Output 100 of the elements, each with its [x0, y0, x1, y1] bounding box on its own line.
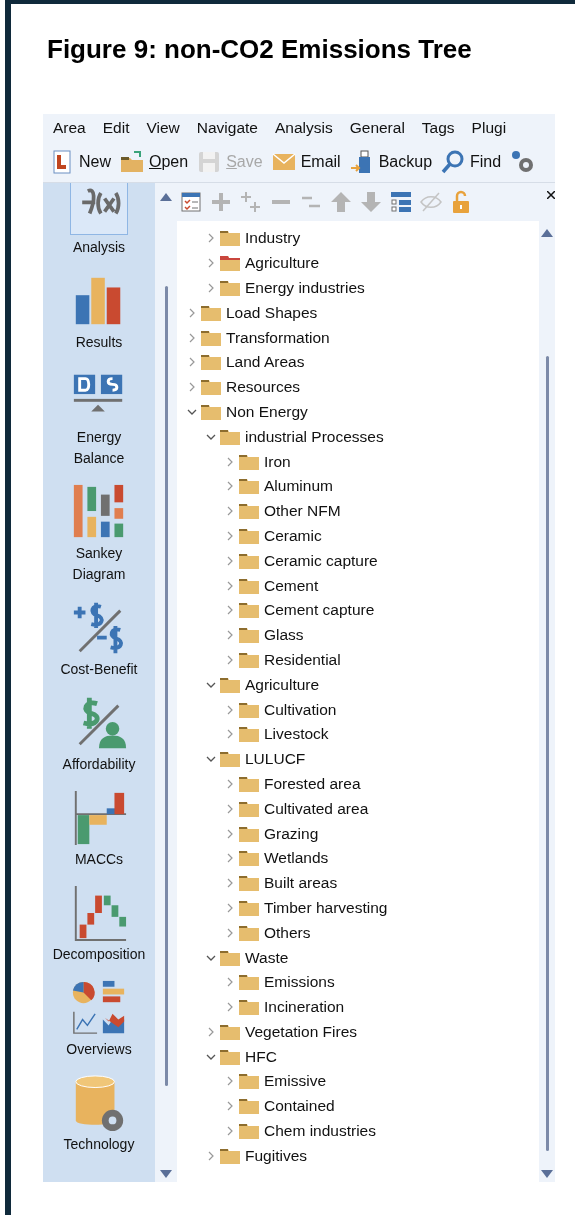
tree-item[interactable]: Agriculture: [245, 675, 320, 694]
expand-chevron-icon[interactable]: [225, 704, 235, 715]
expand-chevron-icon[interactable]: [225, 630, 235, 641]
expand-chevron-icon[interactable]: [187, 307, 197, 318]
menu-item[interactable]: General: [349, 119, 405, 137]
tree-item[interactable]: Chem industries: [264, 1122, 376, 1141]
tree-item[interactable]: Cultivation: [264, 700, 337, 719]
arrow-down-icon[interactable]: [359, 190, 383, 214]
arrow-up-icon[interactable]: [329, 190, 353, 214]
sidebar-item[interactable]: Cost-Benefit: [60, 599, 138, 680]
hidden-eye-icon[interactable]: [419, 190, 443, 214]
close-icon[interactable]: [547, 191, 555, 199]
expand-chevron-icon[interactable]: [225, 927, 235, 938]
expand-chevron-icon[interactable]: [225, 1101, 235, 1112]
tree-item[interactable]: industrial Processes: [245, 427, 384, 446]
tree-item[interactable]: Load Shapes: [226, 303, 318, 322]
tree-item[interactable]: HFC: [245, 1047, 277, 1066]
expand-chevron-icon[interactable]: [225, 481, 235, 492]
sidebar-item[interactable]: Technology: [63, 1074, 135, 1155]
expand-chevron-icon[interactable]: [225, 580, 235, 591]
settings-icon[interactable]: [509, 149, 536, 175]
tree-item[interactable]: Cement capture: [264, 601, 375, 620]
toolbar-button[interactable]: Open: [119, 149, 189, 175]
tree-item[interactable]: Livestock: [264, 725, 329, 744]
add-child-icon[interactable]: [239, 190, 263, 214]
scrollbar-thumb[interactable]: [545, 356, 549, 1151]
sidebar-item[interactable]: MACCs: [70, 789, 128, 870]
expand-chevron-icon[interactable]: [206, 1150, 216, 1161]
toolbar-button[interactable]: New: [49, 149, 111, 175]
scroll-up-icon[interactable]: [541, 229, 553, 237]
tree-item[interactable]: Ceramic capture: [264, 551, 378, 570]
sidebar-item[interactable]: Decomposition: [52, 884, 146, 965]
tree-item[interactable]: Cement: [264, 576, 319, 595]
expand-chevron-icon[interactable]: [187, 382, 197, 393]
tree-item[interactable]: Agriculture: [245, 254, 320, 273]
expand-chevron-icon[interactable]: [225, 977, 235, 988]
tree-item[interactable]: Emissions: [264, 973, 335, 992]
expand-chevron-icon[interactable]: [225, 555, 235, 566]
expand-chevron-icon[interactable]: [225, 729, 235, 740]
expand-chevron-icon[interactable]: [225, 456, 235, 467]
scrollbar-thumb[interactable]: [164, 285, 168, 1086]
tree-item[interactable]: Built areas: [264, 874, 338, 893]
tree-item[interactable]: Aluminum: [264, 477, 333, 496]
expand-chevron-icon[interactable]: [225, 803, 235, 814]
expand-chevron-icon[interactable]: [225, 530, 235, 541]
tree-item[interactable]: Fugitives: [245, 1146, 308, 1165]
tree-item[interactable]: Other NFM: [264, 502, 341, 521]
menu-item[interactable]: Area: [53, 119, 86, 137]
toolbar-button[interactable]: Backup: [348, 149, 433, 175]
expand-chevron-icon[interactable]: [206, 283, 216, 293]
expand-chevron-icon[interactable]: [187, 357, 197, 368]
tree-structure-icon[interactable]: [389, 190, 413, 214]
tree-item[interactable]: Energy industries: [245, 279, 365, 297]
tree-item[interactable]: Vegetation Fires: [245, 1022, 357, 1041]
expand-chevron-icon[interactable]: [225, 828, 235, 839]
scroll-down-icon[interactable]: [160, 1170, 172, 1178]
expand-chevron-icon[interactable]: [225, 1002, 235, 1013]
tree-item[interactable]: Iron: [264, 452, 291, 471]
expand-chevron-icon[interactable]: [225, 1126, 235, 1137]
tree-item[interactable]: Transformation: [226, 328, 330, 347]
sidebar-item[interactable]: Energy Balance: [70, 367, 128, 469]
expand-chevron-icon[interactable]: [206, 258, 216, 269]
tree-item[interactable]: Residential: [264, 650, 341, 669]
expand-chevron-icon[interactable]: [225, 1076, 235, 1087]
expand-chevron-icon[interactable]: [225, 778, 235, 789]
checklist-icon[interactable]: [179, 190, 203, 214]
menu-item[interactable]: Navigate: [196, 119, 258, 137]
tree-item[interactable]: LULUCF: [245, 750, 306, 769]
expand-chevron-icon[interactable]: [225, 902, 235, 913]
menu-item[interactable]: Edit: [102, 119, 130, 137]
expand-chevron-icon[interactable]: [225, 506, 235, 517]
tree-item[interactable]: Timber harvesting: [264, 898, 388, 917]
menu-item[interactable]: Plugi: [471, 119, 507, 137]
expand-chevron-icon[interactable]: [206, 233, 216, 244]
tree-item[interactable]: Waste: [245, 948, 289, 967]
menu-item[interactable]: Analysis: [275, 119, 333, 137]
expand-chevron-icon[interactable]: [206, 1026, 216, 1037]
sidebar-item[interactable]: Sankey Diagram: [70, 483, 128, 585]
toolbar-button[interactable]: Find: [440, 149, 502, 175]
sidebar-item[interactable]: Overviews: [66, 979, 132, 1060]
sidebar-item[interactable]: Affordability: [62, 694, 136, 775]
scroll-down-icon[interactable]: [541, 1170, 553, 1178]
expand-chevron-icon[interactable]: [187, 332, 197, 343]
sidebar-item[interactable]: Results: [70, 272, 128, 353]
tree-item[interactable]: Emissive: [264, 1072, 326, 1091]
expand-chevron-icon[interactable]: [225, 654, 235, 665]
tree-item[interactable]: Ceramic: [264, 526, 322, 545]
tree-item[interactable]: Industry: [245, 229, 301, 248]
tree-item[interactable]: Land Areas: [226, 353, 305, 372]
toolbar-button[interactable]: Email: [270, 149, 341, 175]
tree-item[interactable]: Forested area: [264, 774, 361, 793]
expand-chevron-icon[interactable]: [225, 853, 235, 864]
add-icon[interactable]: [209, 190, 233, 214]
menu-item[interactable]: View: [146, 119, 180, 137]
tree-item[interactable]: Wetlands: [264, 849, 329, 868]
tree-item[interactable]: Contained: [264, 1097, 335, 1116]
scroll-up-icon[interactable]: [160, 193, 172, 201]
tree-item[interactable]: Non Energy: [226, 402, 308, 421]
expand-chevron-icon[interactable]: [225, 605, 235, 616]
tree-item[interactable]: Others: [264, 923, 311, 942]
